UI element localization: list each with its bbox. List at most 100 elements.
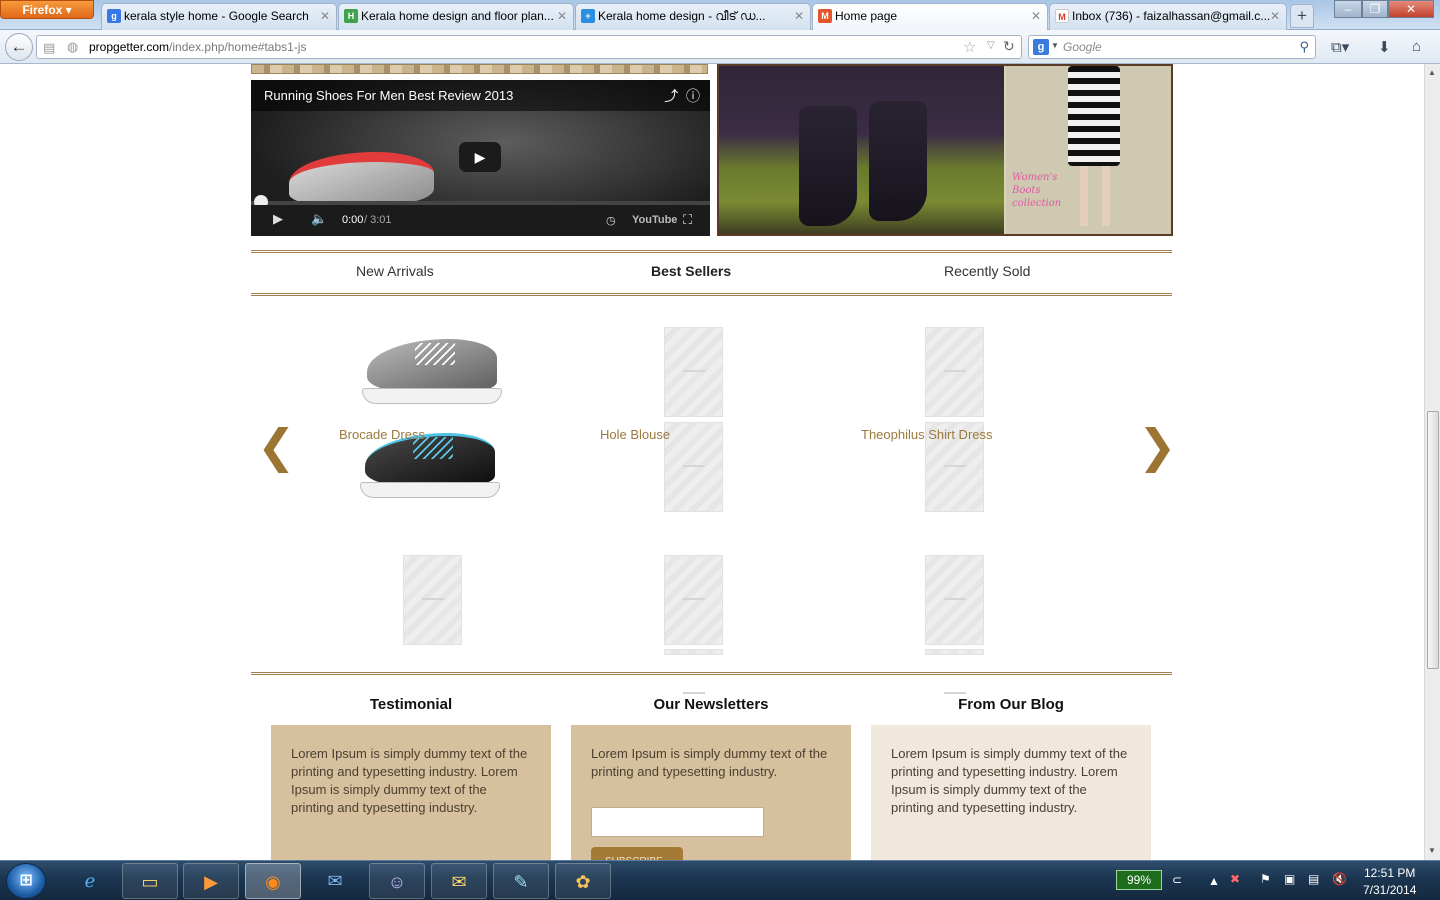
product-name-hole-blouse[interactable]: Hole Blouse — [600, 427, 670, 442]
notepad-icon[interactable]: ✎ — [493, 863, 549, 899]
product-image-placeholder[interactable] — [664, 422, 723, 512]
show-hidden-icons[interactable]: ▲ — [1208, 874, 1220, 888]
scroll-up-icon[interactable]: ▲ — [1428, 68, 1436, 77]
play-button[interactable]: ▶ — [459, 142, 501, 172]
product-name-theophilus-shirt-dress[interactable]: Theophilus Shirt Dress — [861, 427, 993, 442]
thunderbird-icon[interactable]: ✉ — [307, 863, 363, 899]
battery-indicator[interactable]: 99% — [1116, 870, 1162, 890]
outlook-icon[interactable]: ✉ — [431, 863, 487, 899]
close-icon[interactable]: ✕ — [557, 4, 567, 28]
maximize-button[interactable]: ❐ — [1362, 0, 1388, 18]
search-bar[interactable]: g ▼ Google ⚲ — [1028, 35, 1316, 59]
boot-right — [869, 101, 927, 221]
product-name-brocade-dress[interactable]: Brocade Dress — [339, 427, 425, 442]
volume-muted-icon[interactable]: 🔇 — [1332, 872, 1347, 886]
play-icon[interactable]: ▶ — [273, 211, 283, 227]
windows-orb-icon[interactable]: ⊞ — [6, 863, 46, 899]
arrow-left-icon: ← — [10, 37, 28, 56]
reload-icon[interactable]: ↻ — [1003, 38, 1015, 55]
product-image-placeholder[interactable] — [664, 327, 723, 417]
info-icon[interactable]: ⓘ — [686, 88, 700, 104]
youtube-logo[interactable]: YouTube — [632, 214, 677, 226]
newsletter-box: Lorem Ipsum is simply dummy text of the … — [571, 725, 851, 860]
tab-home-page[interactable]: M Home page ✕ — [812, 3, 1048, 31]
tab-kerala-home-floor-plan[interactable]: H Kerala home design and floor plan... ✕ — [338, 3, 574, 30]
magento-icon: M — [818, 9, 832, 23]
paint-icon[interactable]: ✿ — [555, 863, 611, 899]
tab-gmail-inbox[interactable]: M Inbox (736) - faizalhassan@gmail.c... … — [1049, 3, 1287, 30]
tab-label: Home page — [835, 9, 898, 23]
url-host: propgetter.com — [89, 40, 170, 54]
fullscreen-icon[interactable]: ⛶ — [683, 212, 692, 228]
downloads-icon[interactable]: ⬇ — [1378, 38, 1391, 56]
home-icon[interactable]: ⌂ — [1412, 38, 1421, 55]
banner-image-bottom — [251, 64, 708, 74]
product-image-placeholder[interactable] — [925, 327, 984, 417]
pidgin-icon[interactable]: ☺ — [369, 863, 425, 899]
close-window-button[interactable]: ✕ — [1388, 0, 1434, 18]
video-header-icons: ⤴ ⓘ — [664, 86, 700, 106]
youtube-video-player[interactable]: Running Shoes For Men Best Review 2013 ⤴… — [251, 80, 710, 236]
testimonial-text: Lorem Ipsum is simply dummy text of the … — [291, 746, 528, 815]
web-page-content: Running Shoes For Men Best Review 2013 ⤴… — [0, 64, 1424, 860]
h-icon: H — [344, 9, 358, 23]
google-icon: g — [107, 9, 121, 23]
chevron-down-icon[interactable]: ▼ — [1051, 41, 1059, 50]
volume-icon[interactable]: 🔈 — [311, 211, 327, 227]
minimize-button[interactable]: – — [1334, 0, 1362, 18]
close-icon[interactable]: ✕ — [1031, 4, 1041, 28]
scroll-down-icon[interactable]: ▼ — [1428, 846, 1436, 855]
product-image-placeholder[interactable] — [664, 649, 723, 694]
scrollbar-thumb[interactable] — [1427, 411, 1439, 669]
tab-recently-sold[interactable]: Recently Sold — [944, 263, 1030, 279]
dropdown-icon[interactable]: ▽ — [987, 40, 995, 51]
close-icon[interactable]: ✕ — [794, 4, 804, 28]
product-image-placeholder[interactable] — [664, 555, 723, 645]
explorer-icon[interactable]: ▭ — [122, 863, 178, 899]
clock-time[interactable]: 12:51 PM — [1364, 866, 1415, 880]
network-error-icon[interactable]: ✖ — [1230, 872, 1240, 886]
product-image-placeholder[interactable] — [403, 555, 462, 645]
search-placeholder: Google — [1063, 40, 1102, 54]
tab-best-sellers[interactable]: Best Sellers — [651, 263, 731, 279]
boots-collection-banner[interactable]: Women's Boots collection — [717, 64, 1173, 236]
product-tabs: New Arrivals Best Sellers Recently Sold — [251, 250, 1172, 296]
video-time-total: / 3:01 — [364, 214, 392, 226]
media-player-icon[interactable]: ▶ — [183, 863, 239, 899]
power-plug-icon[interactable]: ⊂ — [1172, 873, 1182, 887]
bookmarks-icon[interactable]: ⧉▾ — [1331, 38, 1349, 56]
newsletter-email-input[interactable] — [591, 807, 764, 837]
video-controls: ▶ 🔈 0:00 / 3:01 ◷ YouTube ⛶ — [251, 205, 710, 236]
device-icon[interactable]: ▣ — [1284, 872, 1295, 886]
firefox-icon[interactable]: ◉ — [245, 863, 301, 899]
subscribe-button[interactable]: Subscribe — [591, 847, 683, 860]
product-image-placeholder[interactable] — [925, 555, 984, 645]
carousel-prev-button[interactable]: ❮ — [257, 419, 296, 473]
close-icon[interactable]: ✕ — [320, 4, 330, 28]
action-center-flag-icon[interactable]: ⚑ — [1260, 872, 1271, 886]
ie-icon[interactable]: ℯ — [62, 863, 118, 899]
tab-google-search[interactable]: g kerala style home - Google Search ✕ — [101, 3, 337, 30]
product-image-placeholder[interactable] — [925, 649, 984, 694]
browser-tab-bar: Firefox ▾ g kerala style home - Google S… — [0, 0, 1440, 31]
address-bar[interactable]: ▤ ◍ propgetter.com/index.php/home#tabs1-… — [36, 35, 1022, 59]
tab-kerala-home-design[interactable]: + Kerala home design - വീട് ഡ... ✕ — [575, 3, 811, 30]
google-icon[interactable]: g — [1033, 39, 1049, 55]
search-icon[interactable]: ⚲ — [1299, 39, 1309, 55]
watch-later-icon[interactable]: ◷ — [606, 214, 616, 227]
share-icon[interactable]: ⤴ — [664, 88, 678, 104]
tab-new-arrivals[interactable]: New Arrivals — [356, 263, 434, 279]
new-tab-button[interactable]: + — [1290, 4, 1314, 28]
network-icon[interactable]: ▤ — [1308, 872, 1319, 886]
clock-date[interactable]: 7/31/2014 — [1363, 883, 1416, 897]
back-button[interactable]: ← — [5, 33, 33, 61]
bookmark-star-icon[interactable]: ☆ — [963, 38, 976, 56]
product-image-grey-sneaker[interactable] — [357, 325, 507, 410]
carousel-next-button[interactable]: ❯ — [1138, 419, 1177, 473]
close-icon[interactable]: ✕ — [1270, 4, 1280, 28]
firefox-menu-button[interactable]: Firefox ▾ — [0, 0, 94, 19]
video-title[interactable]: Running Shoes For Men Best Review 2013 — [251, 80, 710, 111]
url-text: propgetter.com/index.php/home#tabs1-js — [89, 40, 306, 54]
vertical-scrollbar[interactable]: ▲ ▼ — [1424, 64, 1440, 860]
show-history-icon[interactable]: ▤ — [43, 40, 55, 56]
